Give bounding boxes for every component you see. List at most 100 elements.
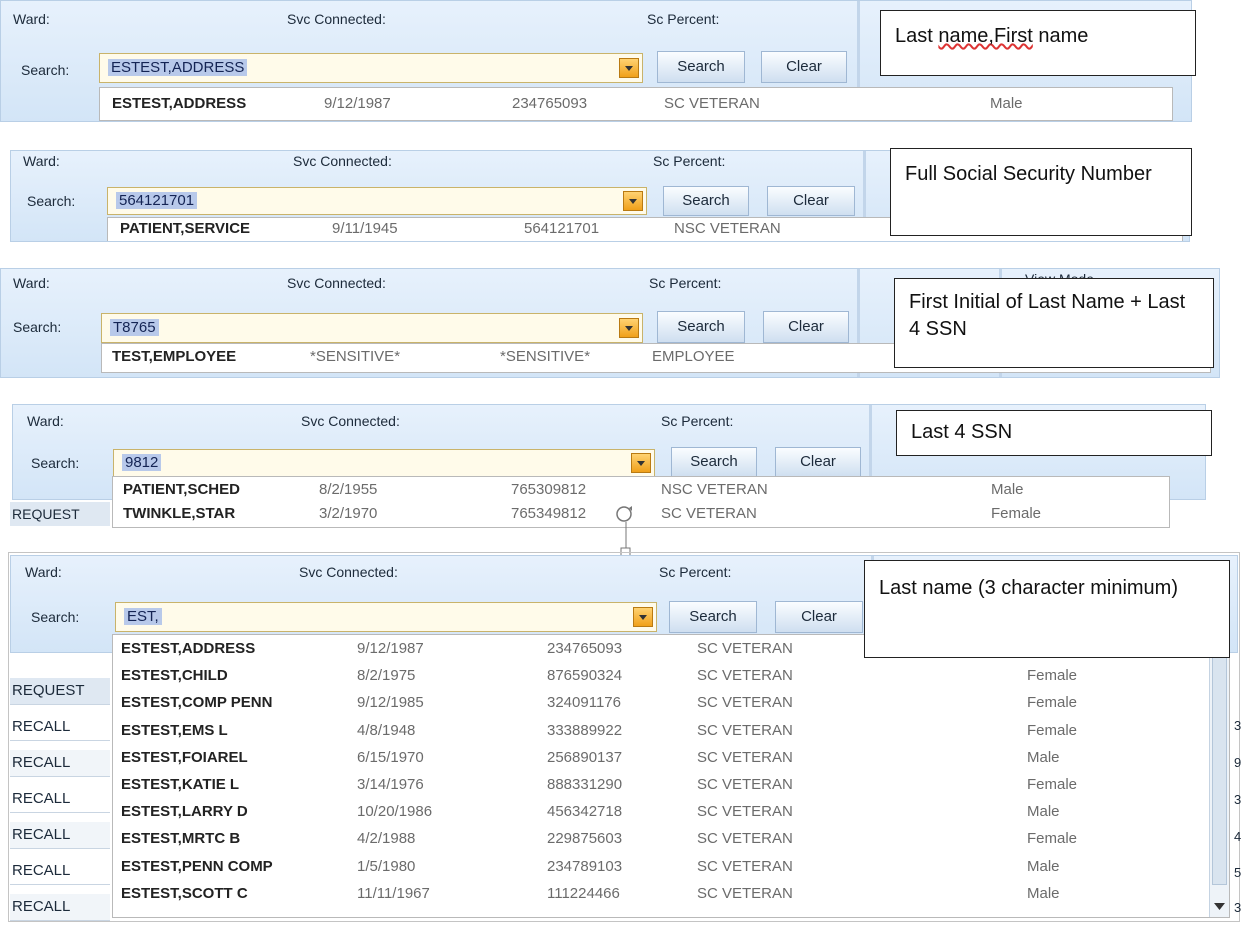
clear-button[interactable]: Clear	[775, 447, 861, 477]
result-name: ESTEST,ADDRESS	[121, 640, 256, 657]
result-name: ESTEST,LARRY D	[121, 803, 248, 821]
result-name: PATIENT,SERVICE	[120, 220, 251, 237]
grid-row[interactable]: RECALL	[10, 822, 110, 849]
grid-row[interactable]: RECALL	[10, 714, 110, 741]
result-sex: Male	[990, 95, 1023, 112]
svc-connected-label: Svc Connected:	[287, 11, 386, 27]
svc-connected-label: Svc Connected:	[293, 153, 392, 169]
ward-label: Ward:	[13, 11, 50, 27]
result-name: ESTEST,FOIAREL	[121, 748, 248, 766]
grid-row[interactable]: RECALL	[10, 786, 110, 813]
result-row[interactable]: ESTEST,PENN COMP 1/5/1980 234789103 SC VETE…	[113, 854, 1229, 881]
search-combobox[interactable]: EST,	[115, 602, 657, 632]
result-name: ESTEST,COMP PENN	[121, 694, 273, 712]
search-combobox[interactable]: 9812	[113, 449, 655, 477]
scroll-down-arrow-icon[interactable]	[1214, 903, 1225, 911]
background-grid-header: REQUEST	[10, 502, 110, 526]
result-ssn: 324091176	[547, 694, 621, 712]
result-dob: 3/14/1976	[357, 776, 424, 793]
result-type: SC VETERAN	[697, 830, 793, 848]
result-row[interactable]: ESTEST,ADDRESS 9/12/1987 234765093 SC VE…	[100, 91, 1172, 118]
search-button[interactable]: Search	[663, 186, 749, 216]
result-type: SC VETERAN	[661, 505, 757, 522]
search-button[interactable]: Search	[669, 601, 757, 633]
search-input[interactable]: ESTEST,ADDRESS	[108, 59, 248, 76]
result-row[interactable]: ESTEST,COMP PENN 9/12/1985 324091176 SC VET…	[113, 690, 1229, 717]
result-dob: 3/2/1970	[319, 505, 378, 522]
result-row[interactable]: ESTEST,EMS L 4/8/1948 333889922 SC VETERAN F…	[113, 718, 1229, 745]
search-button[interactable]: Search	[657, 51, 745, 83]
search-combobox[interactable]: 564121701	[107, 187, 647, 215]
result-dob: 6/15/1970	[357, 748, 424, 766]
dropdown-scrollbar[interactable]	[1209, 635, 1229, 917]
result-type: SC VETERAN	[697, 884, 793, 902]
grid-row[interactable]: RECALL	[10, 750, 110, 777]
result-type: SC VETERAN	[697, 803, 793, 821]
search-label: Search:	[31, 609, 80, 625]
search-results-dropdown: PATIENT,SCHED 8/2/1955 765309812 NSC VET…	[112, 476, 1170, 528]
result-row[interactable]: ESTEST,FOIAREL 6/15/1970 256890137 SC VETER…	[113, 745, 1229, 772]
result-sex: Male	[1027, 748, 1060, 766]
callout-last-first-name: Last name,First name	[880, 10, 1196, 76]
result-dob: 10/20/1986	[357, 803, 433, 821]
result-name: TEST,EMPLOYEE	[112, 348, 237, 365]
sc-percent-label: Sc Percent:	[647, 11, 720, 27]
result-ssn: 256890137	[547, 748, 623, 766]
clear-button[interactable]: Clear	[763, 311, 849, 343]
clear-button[interactable]: Clear	[775, 601, 863, 633]
grid-row[interactable]: RECALL	[10, 858, 110, 885]
truncated-cell: 5	[1234, 865, 1242, 880]
grid-row[interactable]: RECALL	[10, 894, 110, 921]
result-dob: 8/2/1955	[319, 481, 378, 498]
result-dob: *SENSITIVE*	[310, 348, 401, 365]
result-row[interactable]: PATIENT,SCHED 8/2/1955 765309812 NSC VET…	[113, 477, 1169, 504]
result-type: SC VETERAN	[697, 857, 793, 875]
result-row[interactable]: ESTEST,LARRY D 10/20/1986 456342718 SC VETE…	[113, 799, 1229, 826]
clear-button[interactable]: Clear	[767, 186, 855, 216]
result-sex: Female	[991, 505, 1042, 522]
rotate-handle-icon[interactable]	[612, 502, 640, 558]
clear-button[interactable]: Clear	[761, 51, 847, 83]
search-input[interactable]: T8765	[110, 319, 159, 336]
search-label: Search:	[13, 319, 62, 335]
dropdown-arrow-icon[interactable]	[633, 607, 653, 627]
search-results-dropdown: ESTEST,ADDRESS 9/12/1987 234765093 SC VE…	[99, 87, 1173, 121]
dropdown-arrow-icon[interactable]	[619, 58, 639, 78]
result-ssn: 765309812	[511, 481, 587, 498]
result-name: ESTEST,KATIE L	[121, 776, 240, 793]
result-type: SC VETERAN	[697, 748, 793, 766]
search-button[interactable]: Search	[671, 447, 757, 477]
callout-last-name-min: Last name (3 character minimum)	[864, 560, 1230, 658]
search-combobox[interactable]: T8765	[101, 313, 643, 343]
result-dob: 9/11/1945	[332, 220, 398, 237]
result-ssn: 333889922	[547, 721, 623, 739]
search-button[interactable]: Search	[657, 311, 745, 343]
result-row[interactable]: ESTEST,KATIE L 3/14/1976 888331290 SC VETER…	[113, 772, 1229, 799]
result-type: SC VETERAN	[697, 776, 793, 793]
truncated-cell: 4	[1234, 829, 1242, 844]
search-input[interactable]: 9812	[122, 454, 162, 471]
result-type: SC VETERAN	[697, 640, 793, 657]
dropdown-arrow-icon[interactable]	[619, 318, 639, 338]
scrollbar-thumb[interactable]	[1212, 643, 1227, 885]
result-row[interactable]: ESTEST,SCOTT C 11/11/1967 111224466 SC VETE…	[113, 881, 1229, 908]
callout-initial-last4: First Initial of Last Name + Last 4 SSN	[894, 278, 1214, 368]
ward-label: Ward:	[25, 564, 62, 580]
sc-percent-label: Sc Percent:	[659, 564, 732, 580]
result-dob: 1/5/1980	[357, 857, 416, 875]
result-row[interactable]: TWINKLE,STAR 3/2/1970 765349812 SC VETER…	[113, 501, 1169, 527]
result-row[interactable]: ESTEST,MRTC B 4/2/1988 229875603 SC VETERAN…	[113, 826, 1229, 853]
search-input[interactable]: EST,	[124, 608, 162, 625]
dropdown-arrow-icon[interactable]	[631, 453, 651, 473]
dropdown-arrow-icon[interactable]	[623, 191, 643, 211]
search-input[interactable]: 564121701	[116, 192, 198, 209]
truncated-cell: 3	[1234, 718, 1242, 733]
result-type: SC VETERAN	[664, 95, 760, 112]
search-combobox[interactable]: ESTEST,ADDRESS	[99, 53, 643, 83]
grid-header: REQUEST	[10, 678, 110, 705]
result-type: SC VETERAN	[697, 721, 793, 739]
result-type: NSC VETERAN	[674, 220, 781, 237]
ward-label: Ward:	[13, 275, 50, 291]
result-type: NSC VETERAN	[661, 481, 768, 498]
result-row[interactable]: ESTEST,CHILD 8/2/1975 876590324 SC VETERAN F…	[113, 663, 1229, 690]
